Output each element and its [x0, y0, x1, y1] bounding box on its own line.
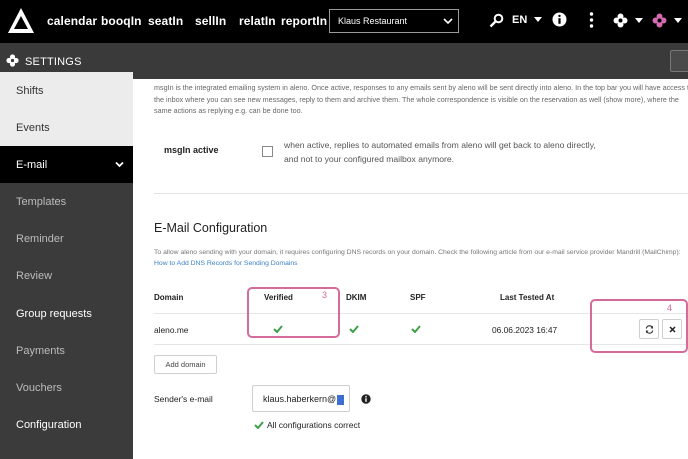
email-configuration-description-text: To allow aleno sending with your domain,… [154, 249, 681, 256]
column-header-domain: Domain [154, 293, 184, 302]
sidebar-item-label: Payments [16, 344, 65, 357]
nav-reportin[interactable]: reportIn [281, 14, 327, 28]
section-divider [154, 193, 688, 194]
sidebar-item-email[interactable]: E-mail [0, 146, 133, 183]
msgin-active-checkbox[interactable] [262, 146, 273, 157]
gear-icon [6, 54, 19, 67]
column-header-dkim: DKIM [346, 293, 367, 302]
last-tested-cell: 06.06.2023 16:47 [492, 325, 558, 335]
msgin-intro-text: msgIn is the integrated emailing system … [154, 83, 688, 115]
sidebar-item-label: Configuration [16, 418, 82, 431]
column-header-spf: SPF [410, 293, 426, 302]
caret-down-icon[interactable] [635, 18, 643, 24]
sidebar-item-review[interactable]: Review [0, 257, 133, 294]
add-domain-button[interactable]: Add domain [154, 355, 217, 374]
sender-email-value: klaus.haberkern@ [263, 394, 337, 404]
annotation-number-4: 4 [667, 303, 673, 313]
restaurant-select[interactable]: Klaus Restaurant [329, 9, 459, 33]
language-select[interactable]: EN [512, 14, 527, 26]
sidebar-item-label: Vouchers [16, 381, 62, 394]
annotation-box-actions [590, 299, 688, 353]
aleno-logo-icon[interactable] [6, 6, 36, 36]
domain-cell: aleno.me [154, 325, 189, 335]
sidebar-item-label: Templates [16, 195, 67, 208]
sidebar-item-label: Review [16, 269, 53, 282]
info-icon[interactable] [552, 12, 567, 27]
nav-relatin[interactable]: relatIn [239, 14, 276, 28]
sidebar-item-events[interactable]: Events [0, 109, 133, 146]
check-icon [254, 421, 264, 429]
sidebar-item-label: Events [16, 121, 50, 134]
sidebar-item-label: Group requests [16, 307, 92, 320]
sidebar-item-configuration[interactable]: Configuration [0, 406, 133, 443]
msgin-active-description: when active, replies to automated emails… [284, 140, 596, 164]
sidebar-item-group-requests[interactable]: Group requests [0, 295, 133, 332]
language-caret-icon[interactable] [534, 17, 542, 23]
caret-down-icon[interactable] [674, 18, 682, 24]
email-configuration-title: E-Mail Configuration [154, 221, 268, 235]
sidebar-item-shifts[interactable]: Shifts [0, 72, 133, 109]
dkim-check-icon [349, 325, 359, 333]
email-configuration-description: To allow aleno sending with your domain,… [154, 247, 688, 269]
sidebar-item-label: Reminder [16, 232, 64, 245]
settings-sidebar: Shifts Events E-mail Templates Reminder … [0, 72, 133, 459]
spf-check-icon [411, 325, 421, 333]
sidebar-item-reminder[interactable]: Reminder [0, 220, 133, 257]
chevron-down-icon [115, 161, 124, 168]
sender-email-input[interactable]: klaus.haberkern@ [252, 385, 350, 412]
search-icon[interactable] [489, 13, 504, 28]
nav-calendar[interactable]: calendar [47, 14, 97, 28]
settings-title: SETTINGS [25, 56, 82, 68]
top-navigation-bar: calendar booqIn seatIn sellIn relatIn re… [0, 0, 688, 43]
restaurant-select-value: Klaus Restaurant [338, 16, 408, 26]
flower-icon[interactable] [613, 13, 628, 28]
settings-action-button[interactable] [670, 50, 688, 72]
annotation-number-3: 3 [322, 290, 328, 300]
sidebar-item-vouchers[interactable]: Vouchers [0, 369, 133, 406]
nav-sellin[interactable]: sellIn [195, 14, 226, 28]
chevron-down-icon [443, 18, 453, 25]
sidebar-item-label: E-mail [16, 158, 48, 171]
nav-seatin[interactable]: seatIn [148, 14, 183, 28]
flower-pink-icon[interactable] [652, 13, 667, 28]
more-vertical-icon[interactable] [589, 12, 594, 28]
email-settings-content: msgIn is the integrated emailing system … [133, 79, 688, 459]
configuration-status: All configurations correct [267, 420, 361, 430]
text-cursor [337, 394, 345, 405]
sidebar-item-templates[interactable]: Templates [0, 183, 133, 220]
info-icon[interactable] [361, 394, 371, 404]
dns-records-link[interactable]: How to Add DNS Records for Sending Domai… [154, 260, 298, 267]
sidebar-item-label: Shifts [16, 84, 44, 97]
column-header-last-tested-at: Last Tested At [500, 293, 555, 302]
msgin-active-label: msgIn active [164, 145, 219, 155]
sender-email-label: Sender's e-mail [154, 394, 213, 404]
sidebar-item-payments[interactable]: Payments [0, 332, 133, 369]
nav-booqin[interactable]: booqIn [101, 14, 142, 28]
